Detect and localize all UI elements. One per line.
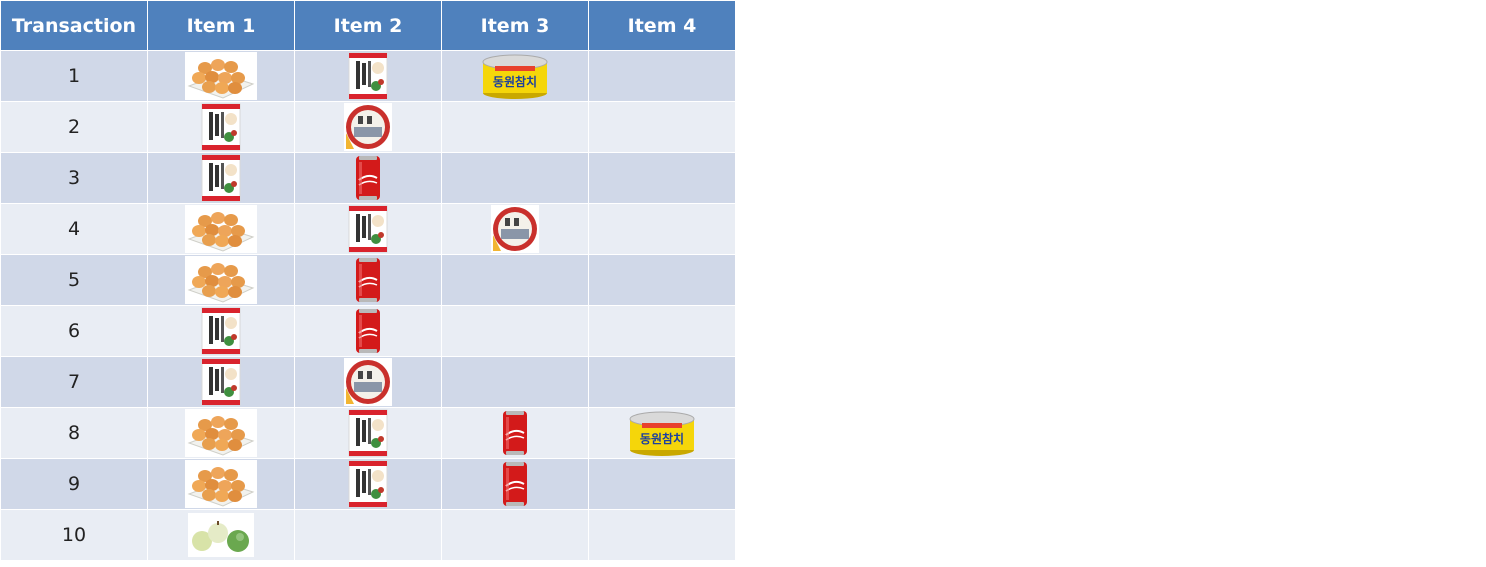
item-3-cell: [441, 254, 589, 306]
table-row: 10: [0, 509, 736, 561]
item-4-cell: [588, 356, 736, 408]
item-3-cell: [441, 458, 589, 510]
item-1-cell: [147, 509, 295, 561]
apples-icon: [188, 513, 254, 557]
table-row: 7: [0, 356, 736, 408]
noodles-icon: [201, 154, 241, 202]
item-3-cell: [441, 305, 589, 357]
item-4-cell: [588, 203, 736, 255]
item-2-cell: [294, 50, 442, 102]
item-4-cell: [588, 152, 736, 204]
canned-food-icon: [344, 103, 392, 151]
item-2-cell: [294, 203, 442, 255]
item-3-cell: [441, 152, 589, 204]
cola-can-icon: [353, 258, 383, 302]
item-2-cell: [294, 305, 442, 357]
canned-food-icon: [344, 358, 392, 406]
item-1-cell: [147, 356, 295, 408]
cola-can-icon: [353, 309, 383, 353]
cola-can-icon: [353, 156, 383, 200]
header-item-4: Item 4: [588, 0, 736, 51]
eggs-icon: [185, 256, 257, 304]
svg-text:동원참치: 동원참치: [640, 431, 684, 446]
noodles-icon: [201, 307, 241, 355]
item-4-cell: [588, 254, 736, 306]
canned-food-icon: [491, 205, 539, 253]
noodles-icon: [201, 358, 241, 406]
transaction-id-cell: 1: [0, 50, 148, 102]
item-1-cell: [147, 407, 295, 459]
item-1-cell: [147, 50, 295, 102]
transaction-id-cell: 9: [0, 458, 148, 510]
transaction-id-cell: 5: [0, 254, 148, 306]
item-3-cell: [441, 509, 589, 561]
cola-can-icon: [500, 411, 530, 455]
item-3-cell: [441, 407, 589, 459]
transaction-id-cell: 8: [0, 407, 148, 459]
table-row: 8 동원참치: [0, 407, 736, 459]
eggs-icon: [185, 460, 257, 508]
item-2-cell: [294, 101, 442, 153]
item-3-cell: [441, 356, 589, 408]
item-1-cell: [147, 152, 295, 204]
item-3-cell: [441, 101, 589, 153]
svg-text:동원참치: 동원참치: [493, 74, 537, 89]
transaction-id-cell: 4: [0, 203, 148, 255]
header-row: Transaction Item 1 Item 2 Item 3 Item 4: [0, 0, 736, 51]
transaction-id-cell: 6: [0, 305, 148, 357]
header-item-1: Item 1: [147, 0, 295, 51]
noodles-icon: [348, 409, 388, 457]
item-1-cell: [147, 458, 295, 510]
table-row: 2: [0, 101, 736, 153]
item-4-cell: [588, 101, 736, 153]
item-2-cell: [294, 407, 442, 459]
noodles-icon: [348, 205, 388, 253]
transaction-table: Transaction Item 1 Item 2 Item 3 Item 4 …: [0, 0, 736, 561]
header-item-3: Item 3: [441, 0, 589, 51]
item-4-cell: [588, 305, 736, 357]
table-row: 4: [0, 203, 736, 255]
tuna-can-icon: 동원참치: [481, 54, 549, 99]
eggs-icon: [185, 52, 257, 100]
item-4-cell: 동원참치: [588, 407, 736, 459]
item-2-cell: [294, 458, 442, 510]
item-1-cell: [147, 254, 295, 306]
transaction-id-cell: 7: [0, 356, 148, 408]
transaction-id-cell: 3: [0, 152, 148, 204]
item-4-cell: [588, 509, 736, 561]
transaction-id-cell: 2: [0, 101, 148, 153]
item-2-cell: [294, 254, 442, 306]
item-2-cell: [294, 356, 442, 408]
transaction-id-cell: 10: [0, 509, 148, 561]
header-transaction: Transaction: [0, 0, 148, 51]
header-item-2: Item 2: [294, 0, 442, 51]
item-4-cell: [588, 458, 736, 510]
eggs-icon: [185, 205, 257, 253]
item-2-cell: [294, 509, 442, 561]
table-row: 3: [0, 152, 736, 204]
table-body: 1 동원참치 2 3 4 5 6 7 8 동원참치 9 10: [0, 50, 736, 561]
item-1-cell: [147, 305, 295, 357]
noodles-icon: [201, 103, 241, 151]
table-row: 9: [0, 458, 736, 510]
cola-can-icon: [500, 462, 530, 506]
tuna-can-icon: 동원참치: [628, 411, 696, 456]
item-4-cell: [588, 50, 736, 102]
item-3-cell: 동원참치: [441, 50, 589, 102]
item-1-cell: [147, 203, 295, 255]
item-1-cell: [147, 101, 295, 153]
noodles-icon: [348, 52, 388, 100]
noodles-icon: [348, 460, 388, 508]
eggs-icon: [185, 409, 257, 457]
table-row: 5: [0, 254, 736, 306]
table-row: 6: [0, 305, 736, 357]
item-3-cell: [441, 203, 589, 255]
table-row: 1 동원참치: [0, 50, 736, 102]
item-2-cell: [294, 152, 442, 204]
